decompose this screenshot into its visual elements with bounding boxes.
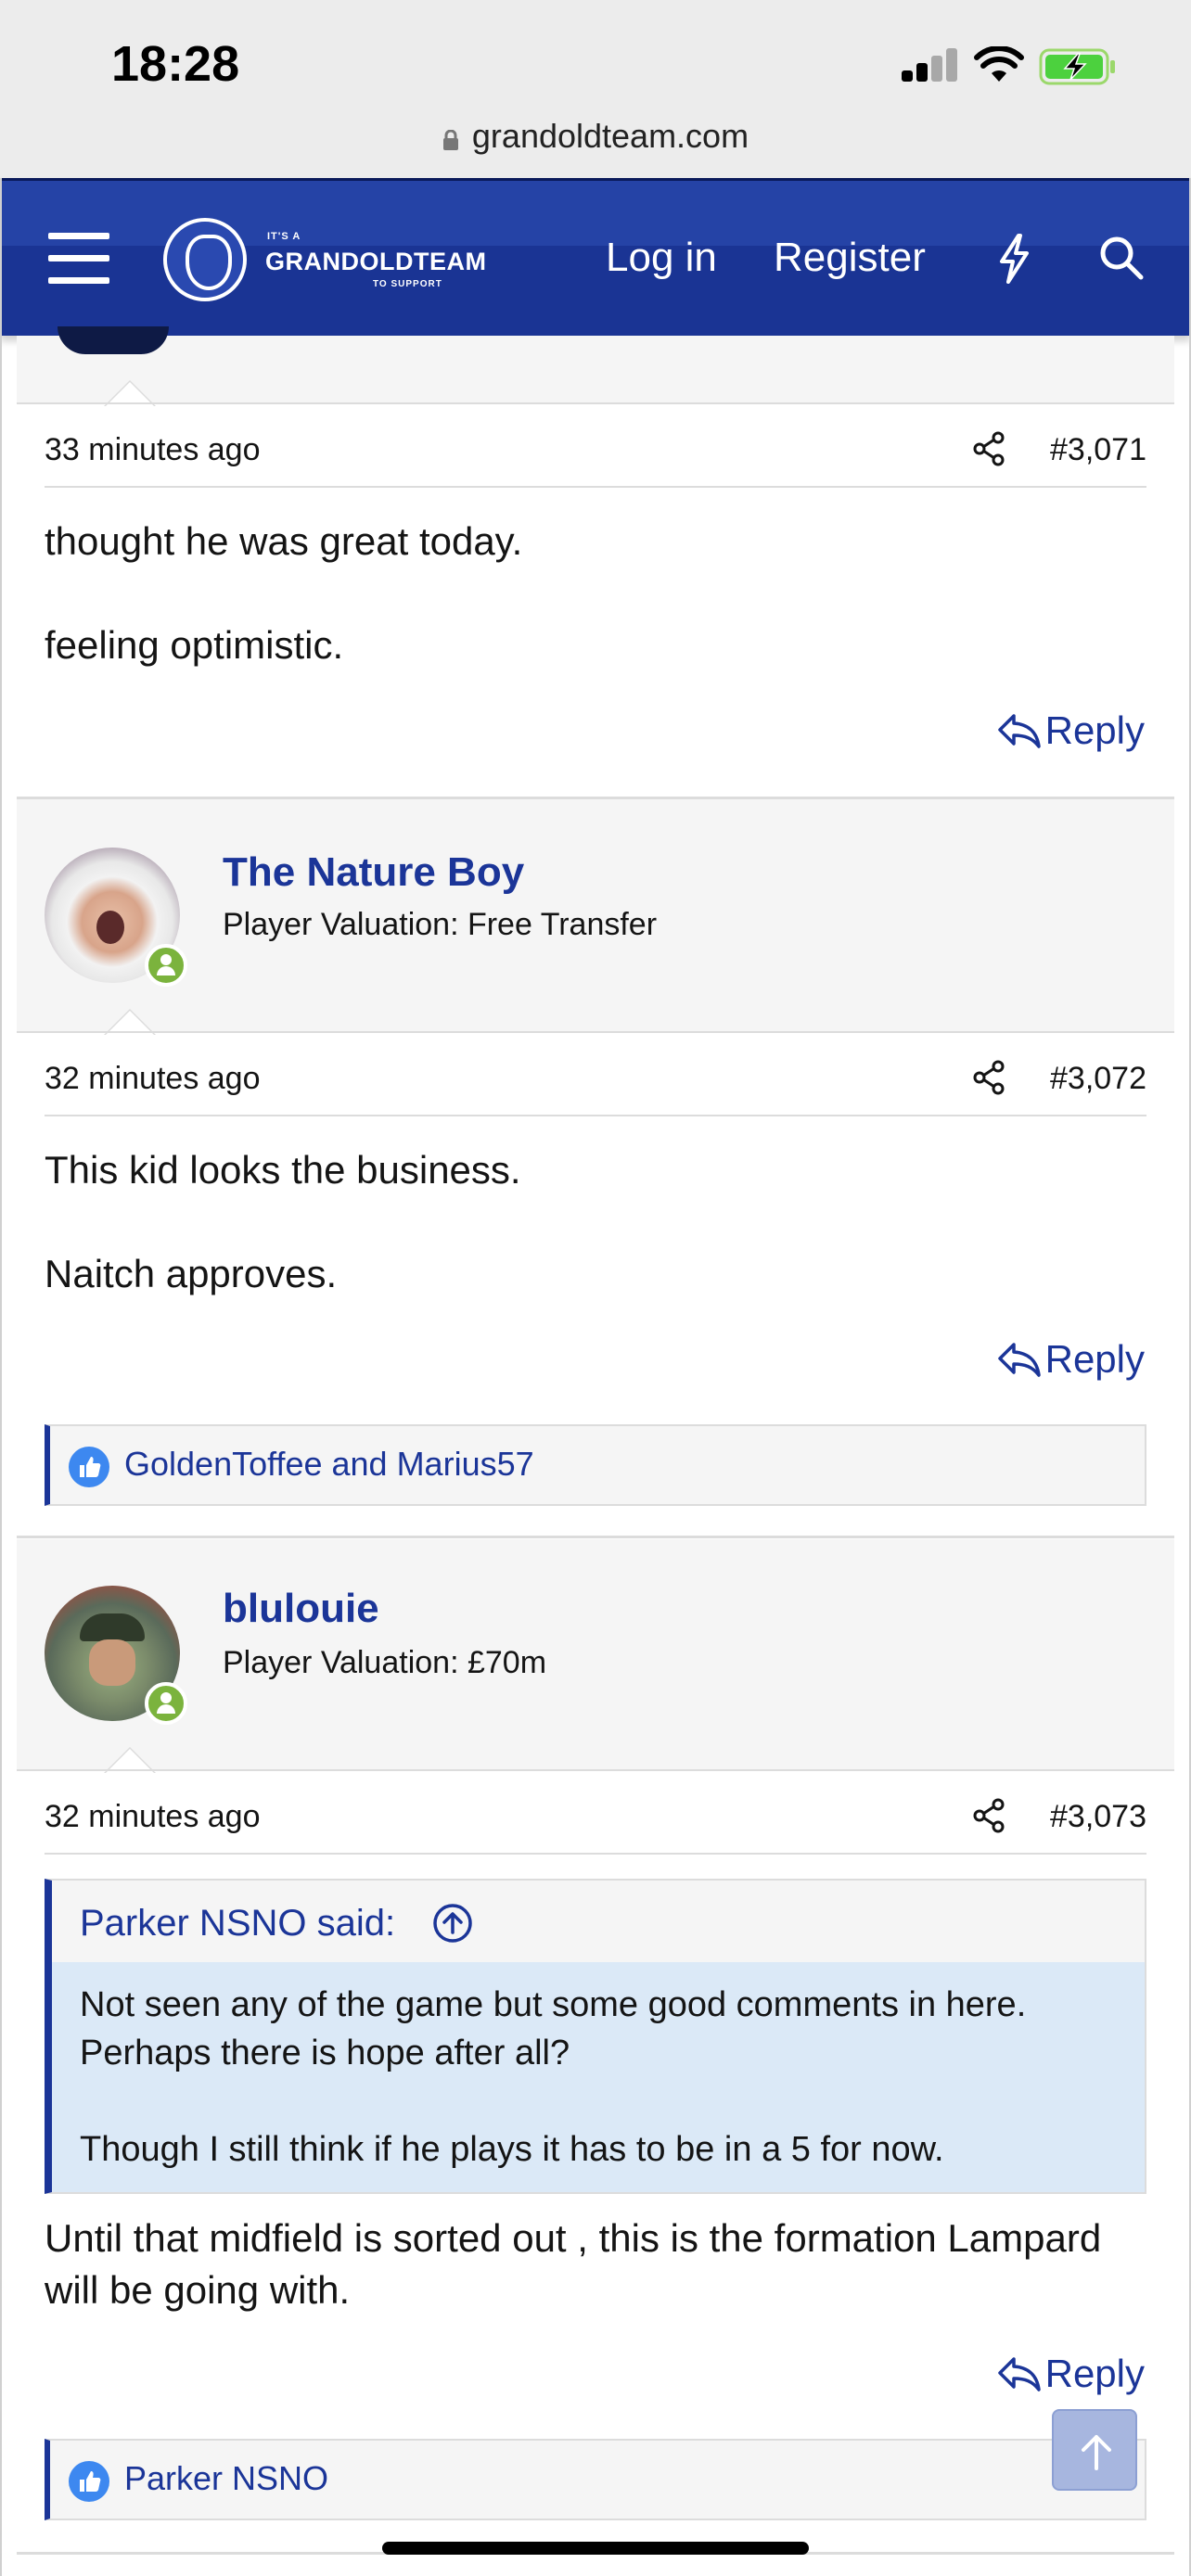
post-user-header [17, 326, 1174, 406]
quote-block: Parker NSNO said: Not seen any of the ga… [45, 1879, 1146, 2194]
search-icon[interactable] [1098, 235, 1145, 281]
battery-charging-icon [1039, 48, 1115, 85]
arrow-up-icon [1082, 2435, 1111, 2470]
reactions-list[interactable]: Parker NSNO [124, 2459, 328, 2498]
quote-content: Not seen any of the game but some good c… [52, 1962, 1145, 2192]
logo-tagline-bottom: TO SUPPORT [373, 279, 442, 289]
post-timestamp[interactable]: 33 minutes ago [45, 432, 261, 468]
reply-label: Reply [1044, 708, 1145, 752]
avatar[interactable] [58, 326, 169, 354]
post-paragraph: Naitch approves. [45, 1252, 338, 1295]
page-border [0, 178, 2, 2576]
share-icon[interactable] [972, 1059, 1005, 1096]
wifi-icon [974, 46, 1024, 82]
share-icon[interactable] [972, 1797, 1005, 1834]
reactions-bar[interactable]: Parker NSNO [45, 2439, 1146, 2520]
post-paragraph: Until that midfield is sorted out , this… [45, 2216, 1102, 2312]
url-text: grandoldteam.com [471, 117, 749, 155]
scroll-to-top-button[interactable] [1052, 2409, 1137, 2491]
reply-button[interactable]: Reply [997, 1337, 1145, 1382]
post-meta: 33 minutes ago #3,071 [45, 414, 1146, 488]
reactions-list[interactable]: GoldenToffee and Marius57 [124, 1445, 534, 1484]
post-message: thought he was great today. feeling opti… [45, 516, 1146, 723]
cellular-signal-icon [902, 48, 959, 82]
post-number-link[interactable]: #3,071 [1050, 432, 1146, 468]
reply-label: Reply [1044, 1337, 1145, 1381]
like-icon [69, 1447, 109, 1487]
post-number-link[interactable]: #3,072 [1050, 1061, 1146, 1097]
status-time: 18:28 [111, 36, 240, 92]
login-link[interactable]: Log in [606, 235, 717, 281]
reply-arrow-icon [997, 714, 1041, 748]
site-navbar: IT'S A GRANDOLDTEAM TO SUPPORT Log in Re… [0, 178, 1191, 336]
like-icon [69, 2461, 109, 2502]
logo-wordmark[interactable]: GRANDOLDTEAM [265, 248, 486, 276]
reactions-bar[interactable]: GoldenToffee and Marius57 [45, 1424, 1146, 1506]
home-indicator[interactable] [382, 2542, 809, 2555]
user-title: Player Valuation: £70m [223, 1645, 547, 1680]
user-title: Player Valuation: Free Transfer [223, 907, 658, 942]
post-user-header: The Nature Boy Player Valuation: Free Tr… [17, 799, 1174, 1035]
quote-author-link[interactable]: Parker NSNO said: [80, 1903, 395, 1945]
reply-arrow-icon [997, 2357, 1041, 2391]
post-divider [17, 1536, 1174, 1538]
status-bar: 18:28 [0, 0, 1191, 111]
reply-arrow-icon [997, 1343, 1041, 1377]
post-message: Until that midfield is sorted out , this… [45, 2213, 1146, 2316]
username-link[interactable]: The Nature Boy [223, 849, 524, 896]
lock-icon [442, 130, 458, 150]
post-paragraph: feeling optimistic. [45, 623, 344, 667]
post-meta: 32 minutes ago #3,072 [45, 1042, 1146, 1116]
quote-header: Parker NSNO said: [52, 1881, 1145, 1962]
quote-paragraph: Not seen any of the game but some good c… [80, 1985, 1027, 2072]
online-status-badge [145, 944, 187, 987]
post-user-header: blulouie Player Valuation: £70m [17, 1539, 1174, 1773]
menu-icon[interactable] [48, 233, 109, 285]
reply-button[interactable]: Reply [997, 2352, 1145, 2396]
share-icon[interactable] [972, 430, 1005, 467]
post-meta: 32 minutes ago #3,073 [45, 1780, 1146, 1855]
post-paragraph: This kid looks the business. [45, 1148, 521, 1192]
register-link[interactable]: Register [774, 235, 926, 281]
reply-button[interactable]: Reply [997, 708, 1145, 753]
post-paragraph: thought he was great today. [45, 519, 523, 563]
username-link[interactable]: blulouie [223, 1586, 379, 1632]
quote-paragraph: Though I still think if he plays it has … [80, 2130, 944, 2169]
go-to-quoted-post-icon[interactable] [432, 1903, 473, 1944]
address-bar[interactable]: grandoldteam.com [0, 111, 1191, 178]
online-status-badge [145, 1682, 187, 1725]
reply-label: Reply [1044, 2352, 1145, 2395]
site-logo-badge[interactable] [163, 218, 247, 301]
post-timestamp[interactable]: 32 minutes ago [45, 1799, 261, 1835]
logo-tagline-top: IT'S A [267, 231, 301, 242]
whats-new-bolt-icon[interactable] [994, 233, 1033, 285]
post-number-link[interactable]: #3,073 [1050, 1799, 1146, 1835]
post-message: This kid looks the business. Naitch appr… [45, 1144, 1146, 1352]
post-timestamp[interactable]: 32 minutes ago [45, 1061, 261, 1097]
